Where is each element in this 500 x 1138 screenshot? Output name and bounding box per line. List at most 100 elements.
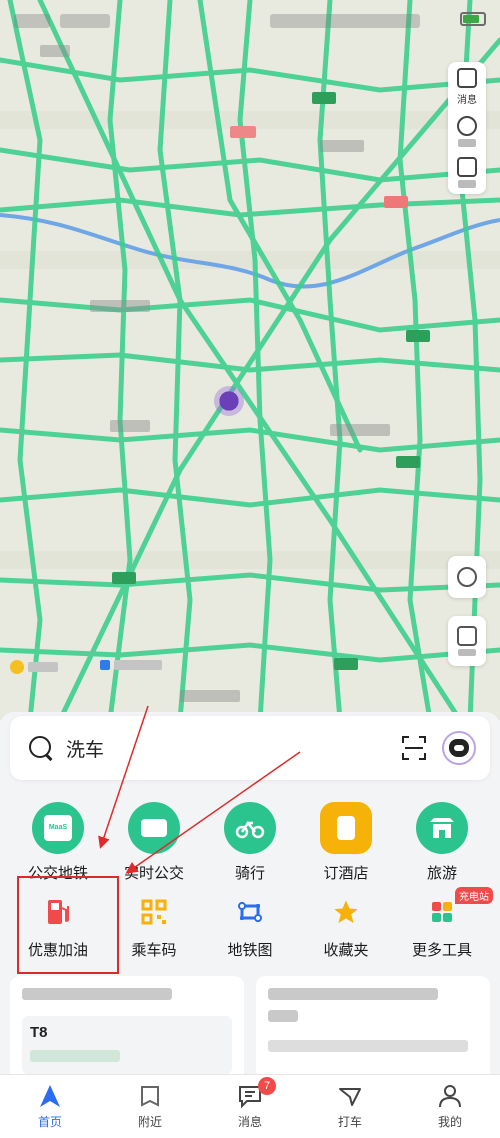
search-icon: [28, 735, 54, 761]
traffic-chip[interactable]: [100, 660, 162, 670]
card-transit-panel: T8: [22, 1016, 232, 1074]
star-glyph: [334, 900, 358, 924]
map-messages-label: 消息: [457, 95, 477, 106]
route-icon: [457, 626, 477, 646]
bicycle-icon: [224, 802, 276, 854]
hotel-glyph: [337, 816, 355, 840]
realtime-bus-glyph: [141, 819, 167, 837]
annotation-highlight-box: [17, 876, 119, 974]
bottom-tab-bar: 首页 附近 消息 7 打车 我的: [0, 1074, 500, 1138]
shortcut-hotel[interactable]: 订酒店: [298, 802, 394, 883]
tab-home[interactable]: 首页: [0, 1075, 100, 1138]
subway-map-glyph: [238, 902, 262, 922]
shortcut-label: 骑行: [234, 865, 265, 882]
more-tools-glyph: [432, 902, 452, 922]
card-transit-detail: [30, 1050, 120, 1062]
tab-label: 附近: [137, 1115, 162, 1129]
shortcut-travel[interactable]: 旅游: [394, 802, 490, 883]
shortcut-label: 旅游: [426, 865, 457, 882]
assistant-avatar-icon[interactable]: [442, 731, 476, 765]
locate-me-button[interactable]: [448, 556, 486, 598]
map-roads: [0, 0, 500, 720]
gate-glyph: [430, 818, 454, 838]
map-layer-label: [458, 139, 476, 147]
shortcut-favorites[interactable]: 收藏夹: [298, 897, 394, 960]
card-subtitle-blur: [268, 1010, 298, 1022]
shortcut-subway-map[interactable]: 地铁图: [202, 897, 298, 960]
shortcut-label: 实时公交: [123, 865, 184, 882]
profile-icon: [439, 1085, 461, 1108]
shortcut-row-primary: MaaS 公交地铁 实时公交 骑行 订酒店 旅游: [10, 802, 490, 883]
shortcut-ride-code[interactable]: 乘车码: [106, 897, 202, 960]
card-transit-code: T8: [30, 1024, 48, 1041]
qr-code-icon: [139, 897, 169, 927]
card-title-blur: [22, 988, 172, 1000]
shortcut-label: 乘车码: [131, 942, 177, 959]
battery-icon: [460, 12, 486, 26]
message-box-icon: [457, 68, 477, 88]
realtime-bus-icon: [128, 802, 180, 854]
unread-count-badge: 7: [258, 1077, 276, 1095]
shortcut-bus-metro[interactable]: MaaS 公交地铁: [10, 802, 106, 883]
map-label: [40, 45, 70, 57]
tab-label: 我的: [437, 1115, 462, 1129]
map-more-button[interactable]: [457, 157, 477, 188]
highway-shield: [112, 572, 136, 584]
map-more-label: [458, 180, 476, 188]
travel-icon: [416, 802, 468, 854]
nearby-icon: [141, 1086, 159, 1107]
locate-icon: [457, 567, 477, 587]
subway-map-icon: [235, 897, 265, 927]
tab-label: 首页: [37, 1115, 62, 1129]
map-view[interactable]: 消息: [0, 0, 500, 720]
shortcut-realtime-bus[interactable]: 实时公交: [106, 802, 202, 883]
shortcut-label: 订酒店: [323, 865, 369, 882]
search-text[interactable]: 洗车: [66, 735, 402, 762]
scan-icon[interactable]: [402, 736, 426, 760]
weather-label: [28, 662, 58, 672]
map-tool-panel: 消息: [448, 62, 486, 194]
shortcut-label: 收藏夹: [323, 942, 369, 959]
shortcut-more-tools[interactable]: 充电站 更多工具: [394, 887, 493, 960]
highway-shield: [396, 456, 420, 468]
route-button[interactable]: [448, 616, 486, 666]
map-label: [110, 420, 150, 432]
shortcut-label: 地铁图: [227, 942, 273, 959]
map-messages-button[interactable]: 消息: [457, 68, 477, 106]
tab-label: 打车: [337, 1115, 362, 1129]
status-indicators: [270, 14, 420, 28]
highway-shield: [384, 196, 408, 208]
map-label: [230, 126, 256, 138]
bus-glyph: MaaS: [44, 815, 72, 841]
map-layer-button[interactable]: [457, 116, 477, 147]
shortcut-cycling[interactable]: 骑行: [202, 802, 298, 883]
tab-taxi[interactable]: 打车: [300, 1075, 400, 1138]
weather-chip[interactable]: [10, 660, 58, 674]
status-time: [14, 14, 50, 28]
tab-profile[interactable]: 我的: [400, 1075, 500, 1138]
traffic-label: [114, 660, 162, 670]
shortcut-label: 更多工具: [411, 942, 472, 959]
sun-icon: [10, 660, 24, 674]
highway-shield: [334, 658, 358, 670]
highway-shield: [312, 92, 336, 104]
layers-icon: [457, 116, 477, 136]
search-bar[interactable]: 洗车: [10, 716, 490, 780]
card-title-blur: [268, 988, 438, 1000]
highway-shield: [406, 330, 430, 342]
status-bar: [0, 0, 500, 36]
home-navigation-icon: [40, 1085, 60, 1107]
more-tools-icon: 充电站: [427, 887, 493, 927]
map-label: [90, 300, 150, 312]
route-label: [458, 649, 476, 656]
qr-glyph: [141, 899, 167, 925]
bicycle-glyph: [235, 820, 265, 839]
tab-messages[interactable]: 消息 7: [200, 1075, 300, 1138]
bus-icon: MaaS: [32, 802, 84, 854]
map-label: [180, 690, 240, 702]
map-label: [320, 140, 364, 152]
traffic-icon: [100, 660, 110, 670]
tab-nearby[interactable]: 附近: [100, 1075, 200, 1138]
current-location-marker[interactable]: [214, 386, 244, 416]
star-icon: [331, 897, 361, 927]
